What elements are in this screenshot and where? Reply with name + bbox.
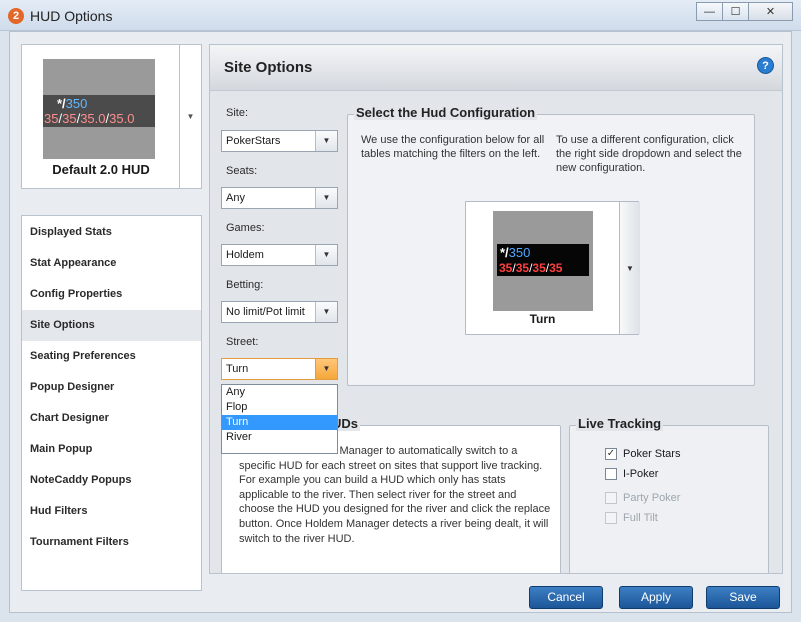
site-select[interactable]: PokerStars ▼ bbox=[221, 130, 338, 152]
config-hud-stat: 35 bbox=[515, 261, 530, 275]
page-title: Site Options bbox=[224, 59, 313, 76]
hud-prefix: */ bbox=[57, 96, 66, 111]
config-description-left: We use the configuration below for all t… bbox=[361, 134, 545, 160]
street-huds-description: You can tell Holdem Manager to automatic… bbox=[239, 445, 551, 545]
site-options-panel: Site Options ? Site: PokerStars ▼ Seats:… bbox=[209, 44, 783, 574]
street-dropdown-list: Any Flop Turn River bbox=[221, 384, 338, 454]
chevron-down-icon[interactable]: ▼ bbox=[315, 245, 337, 265]
options-nav: Displayed Stats Stat Appearance Config P… bbox=[21, 215, 202, 591]
nav-item-seating-preferences[interactable]: Seating Preferences bbox=[22, 341, 201, 372]
seats-label: Seats: bbox=[226, 165, 258, 177]
live-tracking-title: Live Tracking bbox=[576, 416, 664, 431]
games-label: Games: bbox=[226, 222, 265, 234]
full-tilt-checkbox bbox=[605, 512, 617, 524]
street-option-river[interactable]: River bbox=[222, 430, 337, 445]
full-tilt-checkbox-row: Full Tilt bbox=[605, 512, 658, 524]
nav-item-main-popup[interactable]: Main Popup bbox=[22, 434, 201, 465]
chevron-down-icon[interactable]: ▼ bbox=[315, 131, 337, 151]
street-option-any[interactable]: Any bbox=[222, 385, 337, 400]
hud-profile-selector[interactable]: */350 35/35/35.0/35.0 Default 2.0 HUD ▼ bbox=[21, 44, 202, 189]
title-bar: 2 HUD Options — ☐ ✕ bbox=[0, 0, 801, 31]
config-preview-line1: */350 bbox=[500, 245, 530, 260]
betting-select[interactable]: No limit/Pot limit ▼ bbox=[221, 301, 338, 323]
config-preview-thumbnail: */350 35/35/35/35 bbox=[493, 211, 593, 311]
chevron-down-icon[interactable]: ▼ bbox=[315, 188, 337, 208]
app-logo-icon: 2 bbox=[8, 8, 24, 24]
site-select-value: PokerStars bbox=[226, 135, 281, 147]
config-description-right: To use a different configuration, click … bbox=[556, 134, 742, 174]
seats-select[interactable]: Any ▼ bbox=[221, 187, 338, 209]
apply-button[interactable]: Apply bbox=[619, 586, 693, 609]
poker-stars-checkbox[interactable]: ✓ bbox=[605, 448, 617, 460]
hud-stat: 35 bbox=[44, 111, 59, 126]
hud-configuration-group: Select the Hud Configuration We use the … bbox=[347, 105, 755, 386]
window-controls: — ☐ ✕ bbox=[696, 2, 793, 21]
hud-configuration-title: Select the Hud Configuration bbox=[354, 105, 538, 120]
maximize-button[interactable]: ☐ bbox=[722, 2, 749, 21]
config-hud-stat: 35 bbox=[499, 261, 513, 275]
nav-item-popup-designer[interactable]: Popup Designer bbox=[22, 372, 201, 403]
nav-item-config-properties[interactable]: Config Properties bbox=[22, 279, 201, 310]
save-button[interactable]: Save bbox=[706, 586, 780, 609]
hud-preview-thumbnail: */350 35/35/35.0/35.0 bbox=[43, 59, 155, 159]
betting-select-value: No limit/Pot limit bbox=[226, 306, 305, 318]
betting-label: Betting: bbox=[226, 279, 264, 291]
ipoker-checkbox-row[interactable]: I-Poker bbox=[605, 468, 658, 480]
ipoker-checkbox[interactable] bbox=[605, 468, 617, 480]
config-hud-stat: 35 bbox=[532, 261, 546, 275]
poker-stars-checkbox-row[interactable]: ✓ Poker Stars bbox=[605, 448, 680, 460]
full-tilt-label: Full Tilt bbox=[623, 512, 658, 524]
live-tracking-group: Live Tracking ✓ Poker Stars I-Poker Part… bbox=[569, 416, 769, 573]
config-preview-line2: 35/35/35/35 bbox=[499, 261, 563, 275]
seats-select-value: Any bbox=[226, 192, 245, 204]
config-hud-prefix: */ bbox=[500, 245, 509, 260]
hud-preview-line1: */350 bbox=[57, 96, 87, 111]
help-icon[interactable]: ? bbox=[757, 57, 774, 74]
street-option-turn[interactable]: Turn bbox=[222, 415, 337, 430]
config-name: Turn bbox=[529, 312, 556, 326]
hud-configuration-selector[interactable]: */350 35/35/35/35 Turn ▼ bbox=[465, 201, 640, 335]
street-option-flop[interactable]: Flop bbox=[222, 400, 337, 415]
hud-profile-name: Default 2.0 HUD bbox=[52, 162, 150, 177]
party-poker-label: Party Poker bbox=[623, 492, 681, 504]
games-select-value: Holdem bbox=[226, 249, 264, 261]
window-title: HUD Options bbox=[30, 8, 113, 24]
window-content: */350 35/35/35.0/35.0 Default 2.0 HUD ▼ … bbox=[9, 31, 792, 613]
hud-stat: 35.0 bbox=[109, 111, 135, 126]
nav-item-notecaddy-popups[interactable]: NoteCaddy Popups bbox=[22, 465, 201, 496]
close-button[interactable]: ✕ bbox=[748, 2, 793, 21]
cancel-button[interactable]: Cancel bbox=[529, 586, 603, 609]
config-hud-value: 350 bbox=[508, 245, 531, 260]
panel-header: Site Options ? bbox=[210, 45, 782, 91]
nav-item-tournament-filters[interactable]: Tournament Filters bbox=[22, 527, 201, 558]
hud-stat: 35 bbox=[62, 111, 77, 126]
nav-item-site-options[interactable]: Site Options bbox=[22, 310, 201, 341]
chevron-down-icon[interactable]: ▼ bbox=[619, 202, 640, 334]
hud-value: 350 bbox=[65, 96, 88, 111]
nav-item-hud-filters[interactable]: Hud Filters bbox=[22, 496, 201, 527]
minimize-button[interactable]: — bbox=[696, 2, 723, 21]
games-select[interactable]: Holdem ▼ bbox=[221, 244, 338, 266]
config-hud-stat: 35 bbox=[549, 261, 563, 275]
hud-preview-line2: 35/35/35.0/35.0 bbox=[44, 111, 135, 126]
nav-item-stat-appearance[interactable]: Stat Appearance bbox=[22, 248, 201, 279]
street-select[interactable]: Turn ▼ bbox=[221, 358, 338, 380]
chevron-down-icon[interactable]: ▼ bbox=[315, 359, 337, 379]
ipoker-label: I-Poker bbox=[623, 468, 659, 480]
street-label: Street: bbox=[226, 336, 259, 348]
hud-stat: 35.0 bbox=[80, 111, 106, 126]
party-poker-checkbox-row: Party Poker bbox=[605, 492, 680, 504]
party-poker-checkbox bbox=[605, 492, 617, 504]
chevron-down-icon[interactable]: ▼ bbox=[179, 45, 201, 188]
street-select-value: Turn bbox=[226, 363, 249, 375]
chevron-down-icon[interactable]: ▼ bbox=[315, 302, 337, 322]
poker-stars-label: Poker Stars bbox=[623, 448, 681, 460]
nav-item-displayed-stats[interactable]: Displayed Stats bbox=[22, 217, 201, 248]
nav-item-chart-designer[interactable]: Chart Designer bbox=[22, 403, 201, 434]
site-label: Site: bbox=[226, 107, 249, 119]
